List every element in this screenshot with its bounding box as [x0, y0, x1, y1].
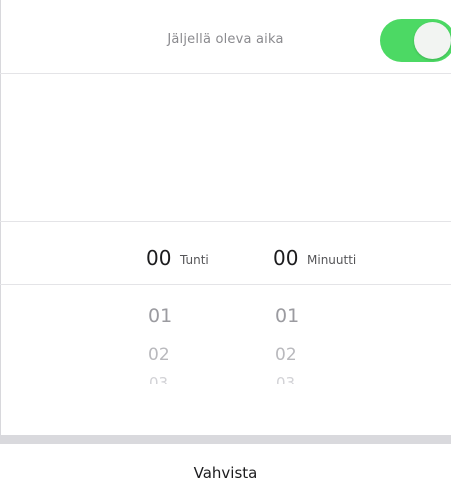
hours-option[interactable]: 02 — [148, 345, 170, 365]
picker-selection-top-line — [0, 221, 451, 222]
remaining-time-toggle[interactable] — [380, 19, 451, 62]
minutes-option[interactable]: 01 — [275, 305, 299, 327]
toggle-knob — [414, 22, 451, 59]
minutes-option[interactable]: 03 — [276, 376, 295, 384]
remaining-time-row: Jäljellä oleva aika — [0, 0, 451, 73]
hours-option[interactable]: 03 — [149, 376, 168, 384]
hours-unit-label: Tunti — [180, 253, 209, 267]
minutes-selected-value[interactable]: 00 — [273, 246, 298, 270]
remaining-time-dialog: Jäljellä oleva aika 00 Tunti 01 02 03 00… — [0, 0, 451, 501]
divider-top — [0, 73, 451, 74]
minutes-option[interactable]: 02 — [275, 345, 297, 365]
minutes-unit-label: Minuutti — [307, 253, 357, 267]
hours-option[interactable]: 01 — [148, 305, 172, 327]
footer-separator — [0, 435, 451, 444]
picker-selection-bottom-line — [0, 284, 451, 285]
hours-selected-value[interactable]: 00 — [146, 246, 171, 270]
confirm-button[interactable]: Vahvista — [0, 444, 451, 501]
